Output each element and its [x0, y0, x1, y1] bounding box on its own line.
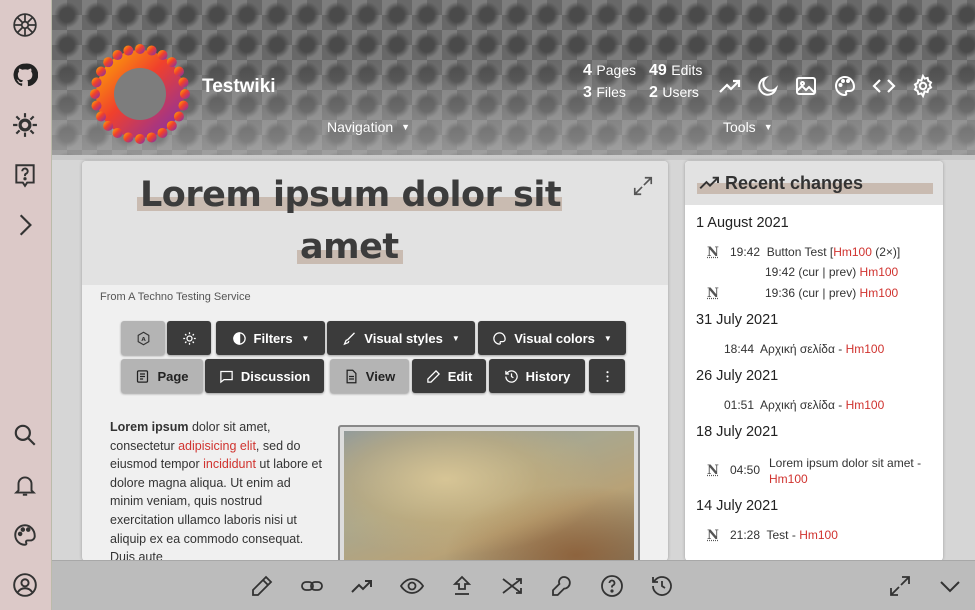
document-icon [346, 369, 357, 383]
rc-entry[interactable]: 21:28 Test - Hm100 [730, 528, 838, 542]
caret-down-icon: ▼ [301, 333, 310, 343]
recent-changes-title[interactable]: Recent changes [699, 173, 863, 194]
sun-icon [182, 331, 196, 345]
expand-icon[interactable] [632, 175, 654, 197]
tab-discussion[interactable]: Discussion [205, 359, 324, 393]
palette-header-icon[interactable] [831, 72, 859, 100]
chevron-down-icon[interactable] [935, 571, 965, 601]
rc-date: 18 July 2021 [696, 424, 779, 440]
search-icon[interactable] [10, 420, 40, 450]
image-icon[interactable] [792, 72, 820, 100]
tab-page[interactable]: Page [121, 359, 203, 393]
left-rail [0, 0, 52, 610]
rc-date: 14 July 2021 [696, 498, 779, 514]
chat-icon [220, 370, 233, 383]
tab-view[interactable]: View [330, 359, 409, 393]
wrench-icon[interactable] [547, 571, 577, 601]
dark-mode-icon[interactable] [754, 72, 782, 100]
page-title: amet [300, 227, 399, 267]
more-menu-button[interactable] [589, 359, 625, 393]
svg-text:A: A [141, 337, 146, 343]
new-page-marker: N [707, 463, 719, 478]
pages-stat[interactable]: 4 Pages [583, 62, 636, 80]
site-logo[interactable] [90, 44, 190, 144]
caret-down-icon: ▼ [603, 333, 612, 343]
code-icon[interactable] [870, 72, 898, 100]
palette-icon [493, 331, 506, 345]
upload-icon[interactable] [447, 571, 477, 601]
recent-changes-panel: Recent changes 1 August 2021 N 19:42 But… [685, 161, 943, 561]
rc-entry[interactable]: 19:42 (cur | prev) Hm100 [765, 265, 898, 279]
painting-image [344, 431, 634, 561]
link-icon[interactable] [297, 571, 327, 601]
rc-entry[interactable]: Lorem ipsum dolor sit amet - Hm100 [769, 455, 941, 487]
article-text: ut labore et dolore magna aliqua. Ut eni… [110, 457, 322, 561]
new-page-marker: N [707, 286, 719, 301]
more-vertical-icon [605, 370, 609, 382]
users-stat[interactable]: 2 Users [649, 84, 699, 102]
edits-stat[interactable]: 49 Edits [649, 62, 702, 80]
history-icon [504, 369, 518, 383]
article-link[interactable]: adipisicing elit [178, 439, 256, 453]
eye-icon[interactable] [397, 571, 427, 601]
rc-entry[interactable]: 01:51 Αρχική σελίδα - Hm100 [724, 398, 884, 412]
brush-icon [343, 331, 356, 345]
light-theme-button[interactable] [167, 321, 211, 355]
palette-icon[interactable] [10, 520, 40, 550]
rc-date: 31 July 2021 [696, 312, 779, 328]
tab-history[interactable]: History [489, 359, 585, 393]
trending-icon [699, 176, 719, 190]
page-icon [137, 369, 149, 383]
new-page-marker: N [707, 528, 719, 543]
trending-icon[interactable] [347, 571, 377, 601]
auto-icon: A [137, 331, 149, 345]
article-bold-text: Lorem ipsum [110, 420, 189, 434]
rc-entry-time: 04:50 [730, 463, 761, 477]
rc-date: 1 August 2021 [696, 215, 789, 231]
rc-entry[interactable]: 19:36 (cur | prev) Hm100 [765, 286, 898, 300]
site-title[interactable]: Testwiki [202, 76, 276, 98]
tools-menu[interactable]: Tools ▼ [723, 119, 773, 135]
rc-entry[interactable]: 18:44 Αρχική σελίδα - Hm100 [724, 342, 884, 356]
pencil-icon [426, 369, 440, 383]
history-icon[interactable] [647, 571, 677, 601]
caret-down-icon: ▼ [763, 122, 773, 132]
tab-edit[interactable]: Edit [412, 359, 486, 393]
edit-pencil-icon[interactable] [247, 571, 277, 601]
article-link[interactable]: incididunt [203, 457, 256, 471]
visual-styles-button[interactable]: Visual styles ▼ [327, 321, 475, 355]
bottom-toolbar [52, 560, 975, 610]
page-title: Lorem ipsum dolor sit [140, 175, 562, 215]
settings-icon[interactable] [909, 72, 937, 100]
help-icon[interactable] [10, 160, 40, 190]
files-stat[interactable]: 3 Files [583, 84, 626, 102]
filters-button[interactable]: Filters ▼ [216, 321, 325, 355]
new-page-marker: N [707, 245, 719, 260]
rc-entry[interactable]: 19:42 Button Test [Hm100 (2×)] [730, 245, 900, 259]
article-image[interactable] [338, 425, 640, 561]
mediawiki-icon[interactable] [10, 110, 40, 140]
help-circle-icon[interactable] [597, 571, 627, 601]
github-icon[interactable] [10, 60, 40, 90]
shuffle-icon[interactable] [497, 571, 527, 601]
caret-down-icon: ▼ [401, 122, 411, 132]
navigation-menu[interactable]: Navigation ▼ [327, 119, 410, 135]
wiki-logo-icon[interactable] [10, 10, 40, 40]
site-subtitle: From A Techno Testing Service [100, 291, 251, 303]
visual-colors-button[interactable]: Visual colors ▼ [478, 321, 626, 355]
trending-icon[interactable] [716, 72, 744, 100]
bell-icon[interactable] [10, 470, 40, 500]
article-body: Lorem ipsum dolor sit amet, consectetur … [110, 418, 322, 561]
article-card: Lorem ipsum dolor sit amet From A Techno… [82, 161, 668, 561]
caret-down-icon: ▼ [451, 333, 460, 343]
expand-icon[interactable] [885, 571, 915, 601]
chevron-right-icon[interactable] [10, 210, 40, 240]
user-icon[interactable] [10, 570, 40, 600]
filter-icon [232, 331, 246, 345]
rc-date: 26 July 2021 [696, 368, 779, 384]
auto-button[interactable]: A [121, 321, 165, 355]
